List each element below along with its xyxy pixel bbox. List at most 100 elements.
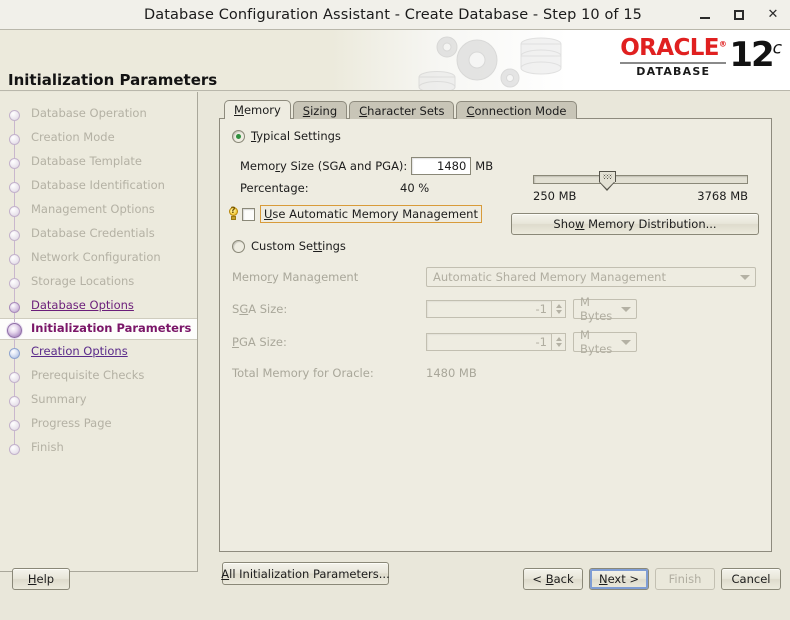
percentage-value: 40 % [400, 181, 429, 195]
minimize-button[interactable] [696, 6, 714, 24]
slider-thumb[interactable] [599, 171, 616, 190]
help-button[interactable]: Help [12, 568, 70, 590]
use-automatic-memory-management-row[interactable]: ? Use Automatic Memory Management [227, 205, 482, 223]
close-button[interactable]: ✕ [764, 6, 782, 24]
main-content: MMemoryemory Sizing Character Sets Conne… [219, 100, 772, 620]
sidebar-item-creation-mode[interactable]: Creation Mode [0, 126, 197, 150]
back-button[interactable]: < Back [523, 568, 583, 590]
window-title: Database Configuration Assistant - Creat… [0, 7, 696, 23]
pga-size-stepper[interactable] [552, 333, 566, 351]
finish-label: Finish [669, 572, 702, 586]
cancel-button[interactable]: Cancel [721, 568, 781, 590]
sga-size-unit: M Bytes [580, 295, 615, 323]
sidebar-item-network-configuration[interactable]: Network Configuration [0, 246, 197, 270]
sidebar-item-initialization-parameters[interactable]: Initialization Parameters [0, 318, 197, 340]
step-marker-icon [8, 346, 21, 359]
custom-settings-label: Custom Settings [251, 239, 346, 253]
sidebar-item-prerequisite-checks[interactable]: Prerequisite Checks [0, 364, 197, 388]
minimize-icon [700, 17, 710, 19]
memory-management-select[interactable]: Automatic Shared Memory Management [426, 267, 756, 287]
sidebar-item-database-template[interactable]: Database Template [0, 150, 197, 174]
oracle-brand-text: ORACLE® [620, 37, 726, 60]
memory-management-row: Memory Management Automatic Shared Memor… [232, 267, 767, 287]
step-marker-icon [8, 370, 21, 383]
show-memory-distribution-button[interactable]: Show Memory Distribution... [511, 213, 759, 235]
sga-size-input[interactable] [426, 300, 552, 318]
sidebar-item-database-credentials[interactable]: Database Credentials [0, 222, 197, 246]
logo-divider [620, 62, 726, 64]
step-marker-icon [8, 418, 21, 431]
maximize-icon [734, 10, 744, 20]
sidebar-item-database-identification[interactable]: Database Identification [0, 174, 197, 198]
pga-size-label: PGA Size: [232, 335, 426, 349]
finish-button: Finish [655, 568, 715, 590]
radio-icon [232, 240, 245, 253]
memory-size-input[interactable] [411, 157, 471, 175]
amm-checkbox[interactable] [242, 208, 255, 221]
step-marker-icon [8, 108, 21, 121]
slider-min-label: 250 MB [533, 189, 576, 203]
version-badge: 12c [729, 33, 782, 72]
memory-size-slider[interactable]: 250 MB 3768 MB [533, 175, 748, 184]
memory-size-label: Memory Size (SGA and PGA): [240, 159, 407, 173]
slider-track[interactable] [533, 175, 748, 184]
pga-size-input[interactable] [426, 333, 552, 351]
sidebar-item-progress-page[interactable]: Progress Page [0, 412, 197, 436]
navigation-buttons: < Back Next > Finish Cancel [523, 568, 781, 590]
chevron-down-icon [621, 307, 631, 312]
memory-management-label: Memory Management [232, 270, 426, 284]
sidebar-item-database-operation[interactable]: Database Operation [0, 102, 197, 126]
pga-size-unit: M Bytes [580, 328, 615, 356]
help-lightbulb-icon[interactable]: ? [227, 207, 240, 222]
oracle-logo: ORACLE® DATABASE 12c [620, 33, 782, 77]
sga-size-row: SGA Size: M Bytes [232, 299, 637, 319]
window-controls: ✕ [696, 6, 790, 24]
step-marker-icon [8, 156, 21, 169]
step-marker-icon [8, 276, 21, 289]
sga-size-label: SGA Size: [232, 302, 426, 316]
cancel-label: Cancel [732, 572, 771, 586]
window-title-bar: Database Configuration Assistant - Creat… [0, 0, 790, 30]
sidebar-item-database-options[interactable]: Database Options [0, 294, 197, 318]
back-label: < Back [532, 572, 573, 586]
percentage-label: Percentage: [240, 181, 400, 195]
step-marker-icon [8, 300, 21, 313]
sga-size-stepper[interactable] [552, 300, 566, 318]
sidebar-item-finish[interactable]: Finish [0, 436, 197, 460]
tab-memory[interactable]: MMemoryemory [224, 100, 291, 119]
maximize-button[interactable] [730, 6, 748, 24]
tab-bar: MMemoryemory Sizing Character Sets Conne… [219, 100, 772, 119]
chevron-down-icon [621, 340, 631, 345]
tab-sizing[interactable]: Sizing [293, 101, 347, 119]
typical-settings-label: Typical Settings [251, 129, 341, 143]
close-icon: ✕ [768, 8, 779, 21]
custom-settings-radio[interactable]: Custom Settings [232, 239, 346, 253]
total-memory-label: Total Memory for Oracle: [232, 366, 426, 380]
gears-database-artwork [415, 30, 595, 91]
typical-settings-radio[interactable]: Typical Settings [232, 129, 341, 143]
tab-character-sets[interactable]: Character Sets [349, 101, 454, 119]
registered-mark-icon: ® [719, 39, 726, 48]
memory-size-unit: MB [475, 159, 493, 173]
next-label: Next > [599, 572, 639, 586]
next-button[interactable]: Next > [589, 568, 649, 590]
header-banner: Initialization Parameters ORACLE® DATABA… [0, 30, 790, 91]
slider-max-label: 3768 MB [697, 189, 748, 203]
tab-connection-mode[interactable]: Connection Mode [456, 101, 576, 119]
memory-management-value: Automatic Shared Memory Management [433, 270, 666, 284]
step-marker-icon [8, 394, 21, 407]
step-marker-icon [8, 132, 21, 145]
show-memory-distribution-label: Show Memory Distribution... [553, 217, 716, 231]
wizard-button-bar: Help < Back Next > Finish Cancel [0, 561, 790, 603]
amm-label: Use Automatic Memory Management [260, 205, 482, 223]
radio-icon [232, 130, 245, 143]
step-marker-icon [8, 204, 21, 217]
step-marker-icon [8, 228, 21, 241]
sidebar-item-creation-options[interactable]: Creation Options [0, 340, 197, 364]
pga-size-unit-select[interactable]: M Bytes [573, 332, 637, 352]
sga-size-unit-select[interactable]: M Bytes [573, 299, 637, 319]
sidebar-item-summary[interactable]: Summary [0, 388, 197, 412]
sidebar-item-storage-locations[interactable]: Storage Locations [0, 270, 197, 294]
sidebar-item-management-options[interactable]: Management Options [0, 198, 197, 222]
wizard-step-sidebar: Database Operation Creation Mode Databas… [0, 92, 198, 572]
